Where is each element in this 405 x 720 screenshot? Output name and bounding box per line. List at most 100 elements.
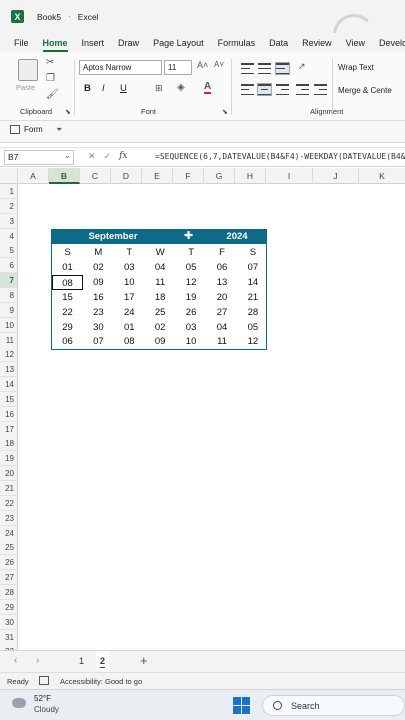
row-header-13[interactable]: 13 [0, 362, 18, 378]
weather-temperature[interactable]: 52°F [34, 694, 51, 703]
calendar-day[interactable]: 12 [176, 275, 207, 290]
calendar-day[interactable]: 05 [176, 260, 207, 275]
increase-indent-icon[interactable] [314, 84, 327, 95]
column-header-h[interactable]: H [235, 168, 266, 184]
column-header-i[interactable]: I [266, 168, 313, 184]
font-launcher-icon[interactable]: ⬊ [222, 108, 228, 116]
italic-button[interactable]: I [102, 83, 105, 94]
calendar-day[interactable]: 09 [83, 275, 114, 290]
calendar-day[interactable]: 30 [83, 320, 114, 335]
calendar-day[interactable]: 28 [237, 305, 268, 320]
calendar-day[interactable]: 05 [237, 320, 268, 335]
font-color-icon[interactable]: A [204, 81, 212, 94]
active-cell[interactable]: 08 [52, 274, 83, 290]
calendar-day[interactable]: 18 [145, 290, 176, 305]
row-header-15[interactable]: 15 [0, 391, 18, 407]
calendar-weekday[interactable]: S [52, 245, 83, 260]
calendar-day[interactable]: 03 [114, 260, 145, 275]
sheet-prev-icon[interactable]: ‹ [14, 655, 17, 666]
column-header-b[interactable]: B [49, 168, 80, 184]
decrease-indent-icon[interactable] [296, 84, 309, 95]
copy-icon[interactable]: ❐ [46, 73, 55, 84]
row-header-30[interactable]: 30 [0, 614, 18, 630]
calendar-weekday[interactable]: T [114, 245, 145, 260]
calendar-day[interactable]: 06 [207, 260, 238, 275]
fill-color-icon[interactable]: ◈ [177, 82, 185, 93]
windows-start-icon[interactable] [233, 697, 250, 714]
format-painter-icon[interactable]: 🖌 [46, 89, 59, 100]
row-header-2[interactable]: 2 [0, 198, 18, 214]
paste-icon[interactable] [18, 59, 38, 81]
increase-font-icon[interactable]: A˄ [197, 60, 208, 70]
calendar-day[interactable]: 29 [52, 320, 83, 335]
row-header-29[interactable]: 29 [0, 599, 18, 615]
row-header-5[interactable]: 5 [0, 243, 18, 259]
row-header-8[interactable]: 8 [0, 287, 18, 303]
cancel-icon[interactable]: ✕ [88, 151, 96, 162]
sheet-tab-1[interactable]: 1 [79, 651, 84, 671]
bold-button[interactable]: B [84, 83, 91, 94]
row-header-7[interactable]: 7 [0, 273, 18, 289]
row-header-27[interactable]: 27 [0, 570, 18, 586]
align-right-icon[interactable] [276, 84, 289, 95]
row-header-25[interactable]: 25 [0, 540, 18, 556]
wrap-text-button[interactable]: Wrap Text [338, 63, 374, 72]
calendar-day[interactable]: 15 [52, 290, 83, 305]
calendar-day[interactable]: 11 [207, 334, 238, 349]
column-header-c[interactable]: C [80, 168, 111, 184]
calendar-day[interactable]: 03 [176, 320, 207, 335]
sheet-tab-2[interactable]: 2 [96, 651, 110, 671]
column-header-g[interactable]: G [204, 168, 235, 184]
column-header-k[interactable]: K [359, 168, 405, 184]
clipboard-launcher-icon[interactable]: ⬊ [65, 108, 71, 116]
calendar-day[interactable]: 24 [114, 305, 145, 320]
row-header-17[interactable]: 17 [0, 421, 18, 437]
row-header-6[interactable]: 6 [0, 258, 18, 274]
macro-record-icon[interactable] [39, 676, 49, 685]
row-header-14[interactable]: 14 [0, 377, 18, 393]
accessibility-status[interactable]: Accessibility: Good to go [60, 677, 142, 686]
row-header-23[interactable]: 23 [0, 510, 18, 526]
calendar-day[interactable]: 07 [83, 334, 114, 349]
calendar-day[interactable]: 23 [83, 305, 114, 320]
underline-button[interactable]: U [120, 83, 127, 94]
column-header-j[interactable]: J [313, 168, 359, 184]
row-header-26[interactable]: 26 [0, 555, 18, 571]
decrease-font-icon[interactable]: A˅ [214, 60, 224, 69]
column-header-a[interactable]: A [18, 168, 49, 184]
calendar-year[interactable]: 2024 [206, 229, 268, 244]
align-bottom-icon[interactable] [275, 62, 290, 75]
calendar-day[interactable]: 04 [145, 260, 176, 275]
row-header-21[interactable]: 21 [0, 481, 18, 496]
calendar-day[interactable]: 07 [237, 260, 268, 275]
column-header-f[interactable]: F [173, 168, 204, 184]
tab-file[interactable]: File [14, 33, 29, 53]
column-header-d[interactable]: D [111, 168, 142, 184]
calendar-day[interactable]: 17 [114, 290, 145, 305]
calendar-day[interactable]: 26 [176, 305, 207, 320]
row-header-19[interactable]: 19 [0, 451, 18, 467]
tab-home[interactable]: Home [42, 33, 68, 53]
font-name-select[interactable]: Aptos Narrow [79, 60, 162, 75]
row-header-9[interactable]: 9 [0, 302, 18, 318]
form-button[interactable]: Form [10, 125, 43, 134]
tab-page-layout[interactable]: Page Layout [153, 33, 204, 53]
formula-input[interactable]: =SEQUENCE(6,7,DATEVALUE(B4&F4)-WEEKDAY(D… [155, 152, 405, 161]
row-header-10[interactable]: 10 [0, 317, 18, 333]
tab-data[interactable]: Data [269, 33, 288, 53]
calendar-day[interactable]: 04 [207, 320, 238, 335]
row-header-20[interactable]: 20 [0, 466, 18, 482]
calendar-day[interactable]: 20 [207, 290, 238, 305]
calendar-weekday[interactable]: W [145, 245, 176, 260]
insert-function-button[interactable]: fx [119, 151, 127, 162]
sheet-next-icon[interactable]: › [36, 655, 39, 666]
calendar-weekday[interactable]: F [207, 245, 238, 260]
calendar-day[interactable]: 21 [237, 290, 268, 305]
calendar-day[interactable]: 27 [207, 305, 238, 320]
align-center-icon[interactable] [257, 83, 272, 96]
calendar-month[interactable]: September [51, 229, 175, 244]
row-header-1[interactable]: 1 [0, 184, 18, 199]
calendar-day[interactable]: 02 [145, 320, 176, 335]
calendar-day[interactable]: 11 [145, 275, 176, 290]
row-header-18[interactable]: 18 [0, 436, 18, 452]
